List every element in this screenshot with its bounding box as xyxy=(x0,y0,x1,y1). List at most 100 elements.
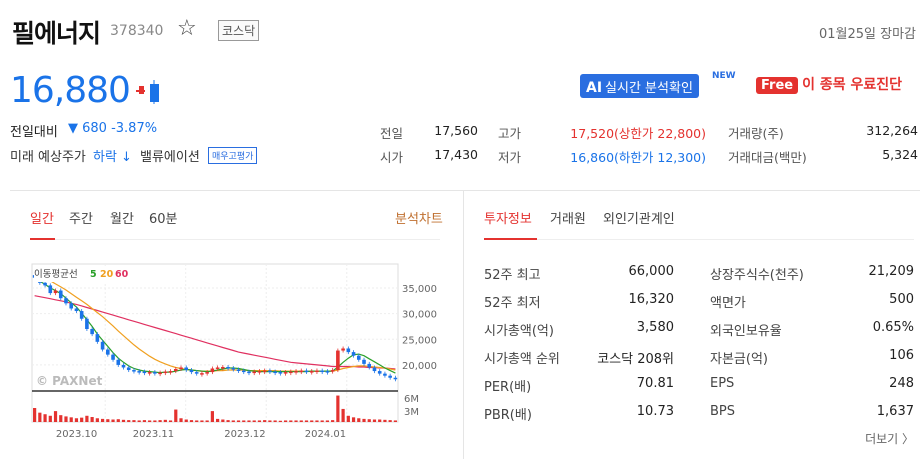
mini-candle-icon xyxy=(136,80,159,104)
investment-label: 상장주식수(천주) xyxy=(710,268,804,283)
candle xyxy=(100,341,105,350)
candle xyxy=(393,377,398,380)
investment-value: 66,000 xyxy=(628,264,675,279)
volume-bar xyxy=(95,418,99,422)
favorite-star-icon[interactable]: ☆ xyxy=(177,16,197,41)
investment-value: 1,637 xyxy=(876,404,914,419)
volume-bar xyxy=(85,415,89,422)
volume-bar xyxy=(48,415,52,422)
investment-label: 52주 최고 xyxy=(484,268,541,283)
investment-label: 시가총액 순위 xyxy=(484,352,560,367)
investment-value: 21,209 xyxy=(868,264,915,279)
free-badge: Free xyxy=(756,77,799,94)
volume-bar xyxy=(100,418,105,422)
candle xyxy=(158,372,162,375)
investment-value: 0.65% xyxy=(872,320,914,335)
candle xyxy=(189,370,194,373)
volume-bar xyxy=(263,420,267,422)
volume-bar xyxy=(53,411,58,422)
volume-bar xyxy=(38,412,42,422)
investment-label: BPS xyxy=(710,404,736,419)
candle xyxy=(210,368,215,373)
market-badge: 코스닥 xyxy=(218,20,260,41)
free-label: 이 종목 우료진단 xyxy=(802,77,903,93)
volume-bar xyxy=(357,418,361,422)
candle xyxy=(299,370,304,373)
y-tick-label: 25,000 xyxy=(402,335,437,346)
investment-label: 외국인보유율 xyxy=(710,324,782,339)
volume-bar xyxy=(111,419,115,422)
candle xyxy=(262,370,267,373)
tab-brokers[interactable]: 거래원 xyxy=(550,208,586,227)
y-tick-label: 20,000 xyxy=(402,361,437,372)
free-diagnosis-link[interactable]: Free 이 종목 우료진단 xyxy=(756,74,902,94)
volume-bar xyxy=(299,420,303,422)
candle xyxy=(388,375,392,378)
volume-bar xyxy=(195,420,199,422)
volume-bar xyxy=(132,420,136,422)
volume-bar xyxy=(351,417,356,422)
low-label: 저가 xyxy=(498,150,522,165)
tab-daily[interactable]: 일간 xyxy=(30,208,54,227)
volume-bar xyxy=(69,417,73,422)
volume-bar xyxy=(59,415,63,422)
volume-bar xyxy=(242,420,246,422)
tab-weekly[interactable]: 주간 xyxy=(69,208,93,227)
volume-bar xyxy=(325,420,330,422)
volume-bar xyxy=(137,420,141,422)
volume-bar xyxy=(158,420,162,422)
candle xyxy=(163,371,168,374)
y-tick-label: 35,000 xyxy=(402,284,437,295)
tab-foreign-institution[interactable]: 외인기관계인 xyxy=(603,208,675,227)
volume-bar xyxy=(289,420,293,422)
candle xyxy=(173,369,178,372)
volume-tick-label: 3M xyxy=(404,407,419,418)
volume-bar xyxy=(372,419,377,422)
candle xyxy=(231,367,236,370)
candle xyxy=(90,329,94,335)
candle xyxy=(200,373,204,375)
candle xyxy=(106,349,110,355)
valuation-badge[interactable]: 매우고평가 xyxy=(208,147,258,164)
candle xyxy=(367,363,372,368)
candle xyxy=(74,308,79,312)
more-link[interactable]: 더보기 〉 xyxy=(865,430,914,447)
price-chart[interactable]: 35,000 30,000 25,000 20,000 6M 3M 2023.10 2023.… xyxy=(30,262,442,444)
amount-label: 거래대금(백만) xyxy=(728,150,807,165)
candle xyxy=(95,334,100,342)
prev-close-label: 전일 xyxy=(380,126,404,141)
candle xyxy=(330,370,335,372)
candle xyxy=(372,367,377,372)
volume-bar xyxy=(33,408,37,422)
legend-ma60: 60 xyxy=(115,269,129,280)
candle xyxy=(351,352,356,356)
candle xyxy=(147,372,152,374)
analysis-chart-link[interactable]: 분석차트 xyxy=(395,208,443,227)
volume-bar xyxy=(90,417,94,422)
candle xyxy=(304,370,309,373)
candle xyxy=(315,370,319,373)
tab-60min[interactable]: 60분 xyxy=(149,208,178,227)
volume-tick-label: 6M xyxy=(404,394,419,405)
ai-analysis-button[interactable]: AI 실시간 분석확인 xyxy=(580,74,699,98)
candle xyxy=(121,364,126,368)
volume-bar xyxy=(184,419,188,422)
future-price-value[interactable]: 하락 ↓ xyxy=(93,146,132,165)
volume-bar xyxy=(320,420,324,422)
volume-bar xyxy=(268,420,272,422)
candle xyxy=(341,348,345,351)
candle xyxy=(43,282,47,286)
candle xyxy=(247,371,251,374)
tab-monthly[interactable]: 월간 xyxy=(110,208,134,227)
investment-label: 액면가 xyxy=(710,296,746,311)
candle xyxy=(383,373,387,376)
tab-investment-info[interactable]: 투자정보 xyxy=(484,208,532,227)
prev-close-value: 17,560 xyxy=(434,123,478,138)
volume-bar xyxy=(257,420,262,422)
stock-code: 378340 xyxy=(110,23,164,39)
candle xyxy=(226,366,230,369)
volume-bar xyxy=(148,420,152,422)
volume-bar xyxy=(210,411,214,422)
candle xyxy=(215,367,220,369)
ai-prefix: AI xyxy=(586,80,603,96)
